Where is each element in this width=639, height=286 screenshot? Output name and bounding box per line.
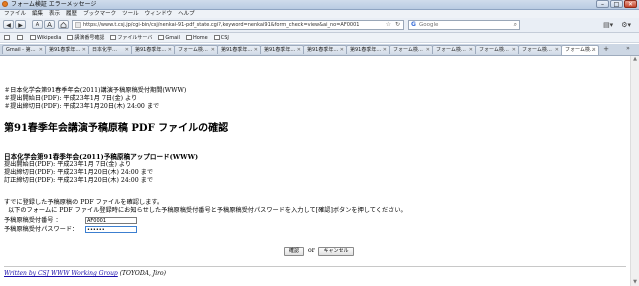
- menu-window[interactable]: ウィンドウ: [145, 10, 173, 18]
- number-label: 予稿原稿受付番号 ：: [4, 217, 62, 224]
- bookmark-wikipedia[interactable]: Wikipedia: [30, 34, 61, 41]
- bookmarks-sidebar-icon[interactable]: [4, 34, 11, 41]
- bookmark-gmail[interactable]: Gmail: [158, 34, 180, 41]
- address-bar[interactable]: ☆ ↻: [72, 20, 404, 30]
- reload-icon[interactable]: ↻: [395, 21, 400, 29]
- minimize-button[interactable]: –: [596, 0, 609, 8]
- footer-author: (TOYODA, Jiro): [117, 270, 166, 277]
- right-toolbar: ▤▾ ⚙▾: [603, 21, 631, 29]
- home-button[interactable]: [58, 20, 69, 29]
- search-icon[interactable]: ⌕: [514, 21, 517, 29]
- scroll-down-icon[interactable]: ▼: [631, 279, 639, 286]
- schedule-correction: 訂正締切日(PDF): 平成23年1月20日(木) 24:00 まで: [4, 177, 154, 184]
- navigation-toolbar: ◀ ▶ A A ☆ ↻ G ⌕ ▤▾ ⚙▾: [0, 18, 639, 33]
- close-window-button[interactable]: ✕: [624, 0, 637, 8]
- bookmarks-bar: Wikipedia 講演番号確認 ファイルサーバ Gmail Home CSJ: [0, 33, 639, 43]
- tab-5[interactable]: 第91春季年… ✕: [217, 45, 261, 54]
- bookmarks-grid-icon[interactable]: [17, 34, 24, 41]
- menu-file[interactable]: ファイル: [4, 10, 26, 18]
- tab-6[interactable]: 第91春季年… ✕: [260, 45, 304, 54]
- menu-history[interactable]: 履歴: [66, 10, 77, 18]
- instruction-line-1: すでに登録した予稿原稿の PDF ファイルを確認します。: [4, 199, 164, 206]
- menu-edit[interactable]: 編集: [32, 10, 43, 18]
- tab-7[interactable]: 第91春季年… ✕: [303, 45, 347, 54]
- bookmark-home[interactable]: Home: [185, 34, 208, 41]
- info-line-deadline: ＃提出締切日(PDF): 平成23年1月20日(木) 24:00 まで: [4, 103, 160, 110]
- page-menu-icon[interactable]: ▤▾: [603, 21, 613, 29]
- password-label: 予稿原稿受付パスワード：: [4, 226, 79, 233]
- tab-8[interactable]: 第91春季年… ✕: [346, 45, 390, 54]
- confirm-button[interactable]: 確認: [284, 247, 304, 256]
- url-input[interactable]: [83, 21, 373, 29]
- schedule-deadline: 提出締切日(PDF): 平成23年1月20日(木) 24:00 まで: [4, 169, 154, 176]
- tab-3[interactable]: 第91春季年… ✕: [131, 45, 175, 54]
- font-smaller-button[interactable]: A: [32, 20, 43, 29]
- tab-0[interactable]: Gmail - 第… ✕: [2, 45, 46, 54]
- font-larger-button[interactable]: A: [44, 20, 55, 29]
- window-title: フォーム検証 エラーメッセージ: [11, 1, 97, 8]
- tab-list-button[interactable]: »: [622, 45, 634, 54]
- scroll-up-icon[interactable]: ▲: [631, 56, 639, 63]
- search-box[interactable]: G ⌕: [408, 20, 520, 30]
- tab-10[interactable]: フォーム検… ✕: [432, 45, 476, 54]
- site-favicon: [75, 22, 81, 28]
- tab-12[interactable]: フォーム検… ✕: [518, 45, 562, 54]
- footer-divider: [4, 266, 626, 267]
- menu-help[interactable]: ヘルプ: [178, 10, 195, 18]
- tab-13-active[interactable]: フォーム検… ✕: [561, 45, 599, 55]
- info-line-period: ＃日本化学会第91春季年会(2011)講演予稿原稿受付期間(WWW): [4, 87, 187, 94]
- tab-1[interactable]: 第91春季年… ✕: [45, 45, 89, 54]
- search-input[interactable]: [419, 21, 509, 29]
- schedule-start: 提出開始日(PDF): 平成23年1月 7日(金) より: [4, 161, 132, 168]
- cancel-button[interactable]: キャンセル: [318, 247, 354, 256]
- menu-view[interactable]: 表示: [49, 10, 60, 18]
- window-controls: – □ ✕: [596, 0, 637, 8]
- forward-button[interactable]: ▶: [15, 20, 26, 29]
- receipt-number-input[interactable]: [85, 217, 137, 224]
- vertical-scrollbar[interactable]: ▲ ▼: [630, 56, 639, 286]
- new-tab-button[interactable]: +: [600, 45, 612, 54]
- bookmark-file-server[interactable]: ファイルサーバ: [110, 34, 152, 41]
- firefox-icon: [2, 1, 8, 7]
- maximize-button[interactable]: □: [610, 0, 623, 8]
- info-line-start: ＃提出開始日(PDF): 平成23年1月 7日(金) より: [4, 95, 138, 102]
- google-icon: G: [411, 21, 416, 28]
- menu-tools[interactable]: ツール: [122, 10, 139, 18]
- instruction-line-2: 以下のフォームに PDF ファイル登録時にお知らせした予稿原稿受付番号と予稿原稿…: [8, 207, 407, 214]
- page-title: 第91春季年会講演予稿原稿 PDF ファイルの確認: [4, 123, 229, 134]
- or-text: or: [308, 247, 315, 254]
- tab-11[interactable]: フォーム検… ✕: [475, 45, 519, 54]
- menu-bookmarks[interactable]: ブックマーク: [83, 10, 116, 18]
- home-icon: [60, 21, 67, 28]
- bookmark-lecture-number[interactable]: 講演番号確認: [67, 34, 104, 41]
- tab-2[interactable]: 日本化学… ✕: [88, 45, 132, 54]
- tab-4[interactable]: フォーム検… ✕: [174, 45, 218, 54]
- section-heading: 日本化学会第91春季年会(2011)予稿原稿アップロード(WWW): [4, 153, 199, 161]
- menu-bar: ファイル 編集 表示 履歴 ブックマーク ツール ウィンドウ ヘルプ: [0, 10, 639, 18]
- tools-menu-icon[interactable]: ⚙▾: [621, 21, 631, 29]
- footer: Written by CSJ WWW Working Group (TOYODA…: [4, 270, 166, 278]
- bookmark-csj[interactable]: CSJ: [213, 34, 229, 41]
- tab-bar: Gmail - 第… ✕ 第91春季年… ✕ 日本化学… ✕ 第91春季年… ✕ フォー…: [0, 44, 639, 56]
- back-button[interactable]: ◀: [3, 20, 14, 29]
- footer-link[interactable]: Written by CSJ WWW Working Group: [4, 270, 118, 277]
- receipt-password-input[interactable]: [85, 226, 137, 233]
- window-title-bar: フォーム検証 エラーメッセージ – □ ✕: [0, 0, 639, 10]
- bookmark-star-icon[interactable]: ☆: [386, 21, 391, 29]
- tab-9[interactable]: フォーム検… ✕: [389, 45, 433, 54]
